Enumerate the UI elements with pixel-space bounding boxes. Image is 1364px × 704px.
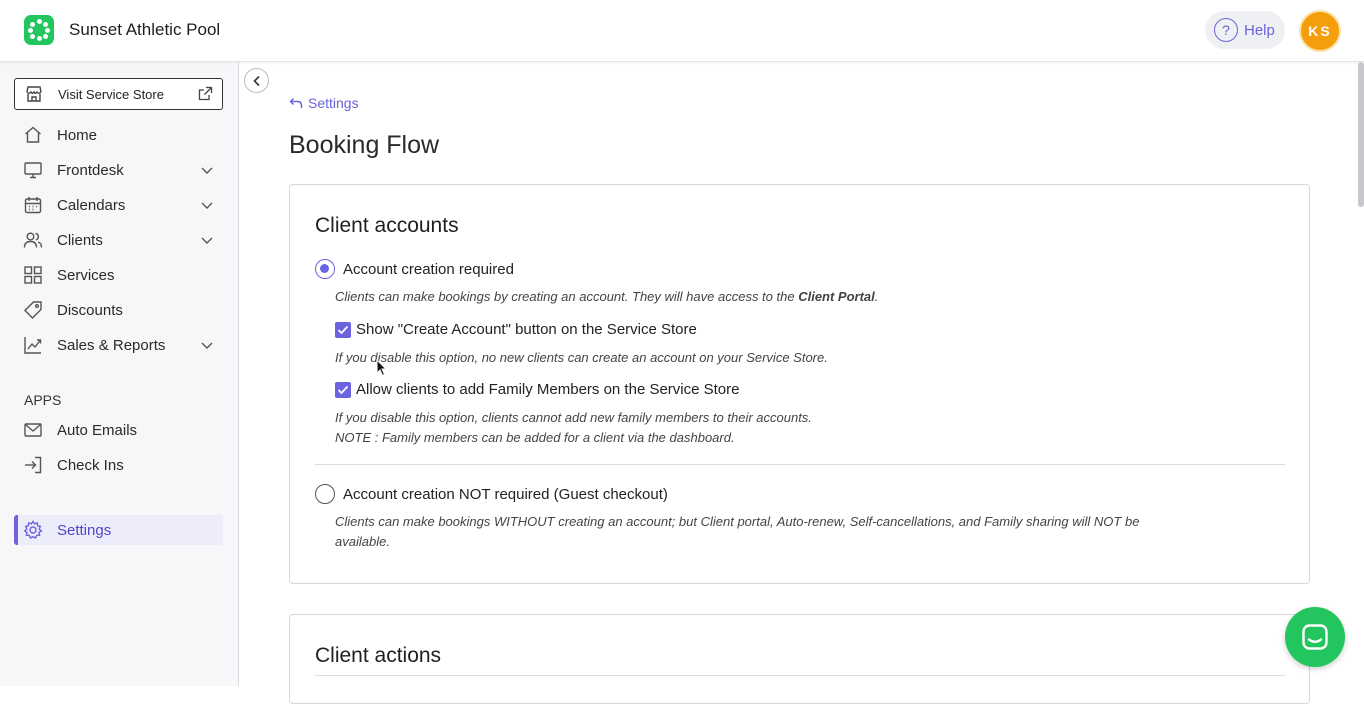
client-portal-emphasis: Client Portal [798, 289, 875, 304]
guest-checkout-option[interactable]: Account creation NOT required (Guest che… [315, 484, 668, 504]
chevron-down-icon [201, 167, 213, 174]
create-account-description: If you disable this option, no new clien… [335, 350, 828, 365]
page-scrollbar[interactable] [1358, 62, 1364, 207]
sidebar-item-label: Services [57, 266, 115, 284]
chat-icon [1302, 624, 1328, 650]
account-required-option[interactable]: Account creation required [315, 259, 514, 279]
grid-icon [24, 266, 42, 284]
main-content: Settings Booking Flow Client accounts Ac… [239, 62, 1364, 704]
guest-checkout-description-1: Clients can make bookings WITHOUT creati… [335, 514, 1140, 529]
guest-checkout-radio[interactable] [315, 484, 335, 504]
family-members-description-1: If you disable this option, clients cann… [335, 410, 812, 425]
back-arrow-icon [289, 98, 303, 108]
chevron-down-icon [201, 237, 213, 244]
checkmark-icon [337, 325, 349, 334]
sidebar-item-label: Clients [57, 231, 103, 249]
home-icon [25, 126, 41, 143]
family-members-option[interactable]: Allow clients to add Family Members on t… [335, 381, 740, 398]
account-required-radio[interactable] [315, 259, 335, 279]
help-button[interactable]: ? Help [1205, 11, 1285, 49]
monitor-icon [24, 162, 42, 179]
client-accounts-card: Client accounts Account creation require… [289, 184, 1310, 584]
client-actions-title: Client actions [315, 644, 442, 667]
question-icon: ? [1214, 18, 1238, 42]
mouse-cursor-icon [376, 359, 388, 377]
back-to-settings-link[interactable]: Settings [289, 95, 359, 111]
family-members-checkbox[interactable] [335, 381, 351, 398]
sidebar-item-settings[interactable]: Settings [14, 515, 223, 545]
help-label: Help [1244, 21, 1275, 39]
gear-icon [23, 520, 43, 539]
checkmark-icon [337, 385, 349, 394]
app-logo-icon[interactable] [24, 15, 54, 45]
sidebar-item-check-ins[interactable]: Check Ins [14, 450, 223, 480]
visit-store-label: Visit Service Store [58, 86, 164, 102]
users-icon [23, 232, 43, 248]
sidebar-item-clients[interactable]: Clients [14, 225, 223, 255]
chevron-down-icon [201, 342, 213, 349]
sidebar-item-home[interactable]: Home [14, 120, 223, 150]
sidebar-item-discounts[interactable]: Discounts [14, 295, 223, 325]
create-account-checkbox[interactable] [335, 321, 351, 338]
chevron-left-icon [252, 75, 260, 86]
client-accounts-title: Client accounts [315, 214, 459, 237]
guest-checkout-label: Account creation NOT required (Guest che… [343, 485, 668, 503]
chevron-down-icon [201, 202, 213, 209]
sidebar-item-label: Home [57, 126, 98, 144]
client-actions-card: Client actions [289, 614, 1310, 704]
family-members-description-2: NOTE : Family members can be added for a… [335, 430, 735, 445]
calendar-icon [24, 197, 42, 214]
sidebar-item-label: Sales & Reports [57, 336, 166, 354]
chart-icon [24, 337, 42, 354]
sidebar-item-frontdesk[interactable]: Frontdesk [14, 155, 223, 185]
tag-icon [24, 301, 42, 319]
store-icon [26, 86, 42, 102]
sidebar-item-label: Check Ins [57, 456, 124, 474]
user-avatar[interactable]: KS [1299, 10, 1341, 52]
back-link-label: Settings [308, 95, 359, 111]
sidebar-item-calendars[interactable]: Calendars [14, 190, 223, 220]
apps-heading: APPS [24, 392, 62, 408]
sidebar: Visit Service Store Home Frontdesk Calen… [0, 62, 239, 686]
app-title: Sunset Athletic Pool [69, 20, 221, 39]
sidebar-item-label: Frontdesk [57, 161, 124, 179]
mail-icon [24, 423, 42, 437]
check-in-icon [25, 456, 42, 474]
sidebar-item-label: Settings [57, 521, 112, 539]
chat-support-button[interactable] [1285, 607, 1345, 667]
sidebar-item-label: Discounts [57, 301, 123, 319]
guest-checkout-description-2: available. [335, 534, 390, 549]
divider [315, 464, 1285, 465]
sidebar-item-label: Auto Emails [57, 421, 138, 439]
account-required-label: Account creation required [343, 260, 514, 278]
create-account-option[interactable]: Show "Create Account" button on the Serv… [335, 321, 697, 338]
top-bar: Sunset Athletic Pool ? Help KS [0, 0, 1364, 62]
sidebar-item-label: Calendars [57, 196, 126, 214]
account-required-description: Clients can make bookings by creating an… [335, 289, 879, 304]
external-link-icon [198, 86, 213, 101]
sidebar-item-auto-emails[interactable]: Auto Emails [14, 415, 223, 445]
family-members-label: Allow clients to add Family Members on t… [356, 381, 740, 398]
sidebar-item-services[interactable]: Services [14, 260, 223, 290]
page-title: Booking Flow [289, 131, 440, 159]
divider [315, 675, 1285, 676]
sidebar-item-sales-reports[interactable]: Sales & Reports [14, 330, 223, 360]
visit-service-store-button[interactable]: Visit Service Store [14, 78, 223, 110]
create-account-label: Show "Create Account" button on the Serv… [356, 321, 697, 338]
collapse-sidebar-button[interactable] [244, 68, 269, 93]
